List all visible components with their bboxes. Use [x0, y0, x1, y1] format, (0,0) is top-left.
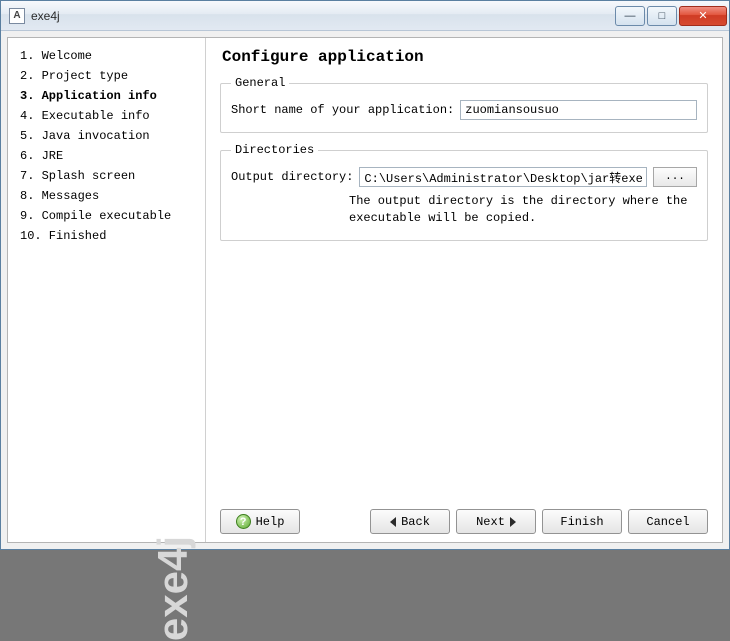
- maximize-button[interactable]: □: [647, 6, 677, 26]
- app-icon: A: [9, 8, 25, 24]
- wizard-step-7[interactable]: 7. Splash screen: [18, 166, 205, 186]
- cancel-button[interactable]: Cancel: [628, 509, 708, 534]
- wizard-step-9[interactable]: 9. Compile executable: [18, 206, 205, 226]
- arrow-right-icon: [510, 517, 516, 527]
- help-label: Help: [256, 515, 285, 529]
- close-button[interactable]: ✕: [679, 6, 727, 26]
- page-title: Configure application: [222, 48, 708, 66]
- short-name-label: Short name of your application:: [231, 103, 454, 117]
- content-area: 1. Welcome2. Project type3. Application …: [7, 37, 723, 543]
- finish-button[interactable]: Finish: [542, 509, 622, 534]
- directories-group: Directories Output directory: ... The ou…: [220, 143, 708, 241]
- directories-legend: Directories: [231, 143, 318, 157]
- help-button[interactable]: ? Help: [220, 509, 300, 534]
- output-dir-hint: The output directory is the directory wh…: [349, 193, 697, 228]
- back-label: Back: [401, 515, 430, 529]
- help-icon: ?: [236, 514, 251, 529]
- browse-button[interactable]: ...: [653, 167, 697, 187]
- brand-logo: exe4j: [149, 536, 197, 641]
- app-window: A exe4j — □ ✕ 1. Welcome2. Project type3…: [0, 0, 730, 550]
- short-name-input[interactable]: [460, 100, 697, 120]
- wizard-step-5[interactable]: 5. Java invocation: [18, 126, 205, 146]
- wizard-main: Configure application General Short name…: [206, 38, 722, 542]
- minimize-button[interactable]: —: [615, 6, 645, 26]
- wizard-step-4[interactable]: 4. Executable info: [18, 106, 205, 126]
- output-dir-input[interactable]: [359, 167, 647, 187]
- finish-label: Finish: [560, 515, 603, 529]
- next-button[interactable]: Next: [456, 509, 536, 534]
- wizard-step-8[interactable]: 8. Messages: [18, 186, 205, 206]
- arrow-left-icon: [390, 517, 396, 527]
- wizard-step-3[interactable]: 3. Application info: [18, 86, 205, 106]
- button-bar: ? Help Back Next Finish Cancel: [220, 499, 708, 534]
- back-button[interactable]: Back: [370, 509, 450, 534]
- next-label: Next: [476, 515, 505, 529]
- wizard-sidebar: 1. Welcome2. Project type3. Application …: [8, 38, 206, 542]
- wizard-step-1[interactable]: 1. Welcome: [18, 46, 205, 66]
- wizard-step-2[interactable]: 2. Project type: [18, 66, 205, 86]
- wizard-step-10[interactable]: 10. Finished: [18, 226, 205, 246]
- titlebar[interactable]: A exe4j — □ ✕: [1, 1, 729, 31]
- window-title: exe4j: [31, 9, 60, 23]
- cancel-label: Cancel: [646, 515, 689, 529]
- wizard-step-6[interactable]: 6. JRE: [18, 146, 205, 166]
- general-legend: General: [231, 76, 289, 90]
- output-dir-label: Output directory:: [231, 170, 353, 184]
- general-group: General Short name of your application:: [220, 76, 708, 133]
